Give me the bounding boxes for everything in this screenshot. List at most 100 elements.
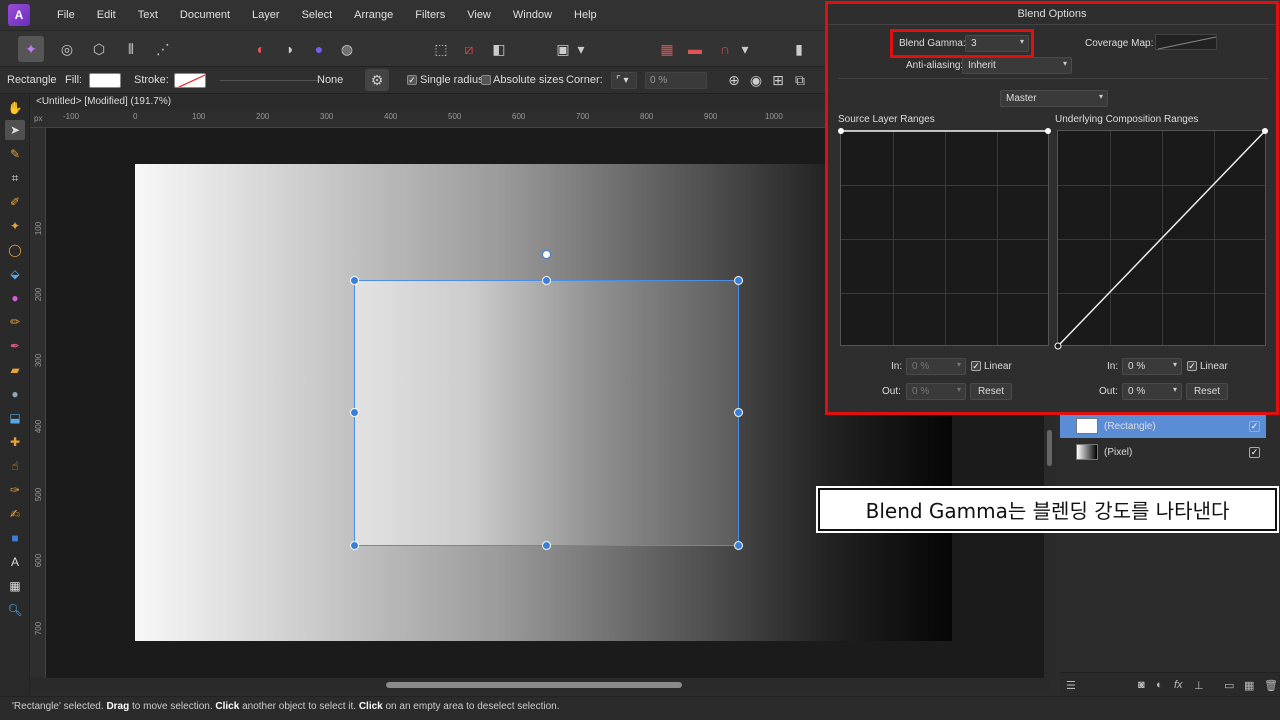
resize-handle-tl[interactable] — [350, 276, 359, 285]
view-icon[interactable]: ◉ — [746, 69, 766, 91]
node-tool-icon[interactable]: ✑ — [5, 480, 25, 500]
fill-swatch[interactable] — [89, 73, 121, 88]
source-ranges-graph[interactable] — [838, 128, 1051, 346]
snap-dropdown-icon[interactable]: ▾ — [738, 36, 752, 62]
magnet-snap-icon[interactable]: ∩ — [712, 36, 738, 62]
under-reset-button[interactable]: Reset — [1186, 383, 1228, 400]
source-reset-button[interactable]: Reset — [970, 383, 1012, 400]
menu-arrange[interactable]: Arrange — [343, 9, 404, 21]
source-in-field[interactable]: 0 % ▾ — [906, 358, 966, 375]
stroke-width-slider[interactable] — [220, 80, 320, 81]
flip-icon[interactable]: ⊞ — [768, 69, 788, 91]
resize-handle-b[interactable] — [542, 541, 551, 550]
move-tool-icon[interactable]: ➤ — [5, 120, 25, 140]
dodge-tool-icon[interactable]: ● — [5, 384, 25, 404]
layer-row-pixel[interactable]: (Pixel) ✓ — [1060, 440, 1266, 464]
anti-aliasing-dropdown[interactable]: Inherit ▾ — [962, 57, 1072, 74]
settings-gear-icon[interactable]: ⚙ — [365, 69, 389, 91]
color-tool-icon[interactable]: ● — [5, 288, 25, 308]
color-picker-icon[interactable]: ● — [306, 36, 332, 62]
text-tool-icon[interactable]: A — [5, 552, 25, 572]
coverage-map-curve[interactable] — [1155, 34, 1217, 50]
resize-handle-br[interactable] — [734, 541, 743, 550]
fx-icon[interactable]: fx — [1174, 679, 1183, 691]
grid-snap-icon[interactable]: ▦ — [654, 36, 680, 62]
grid-icon[interactable]: ▦ — [1244, 679, 1254, 692]
smudge-tool-icon[interactable]: ☝ — [5, 456, 25, 476]
resize-handle-t[interactable] — [542, 276, 551, 285]
color-wheel-icon[interactable]: ◐ — [248, 36, 274, 62]
selected-rectangle[interactable] — [350, 250, 743, 550]
source-linear-checkbox[interactable]: ✓ — [971, 361, 981, 371]
corner-type-dropdown[interactable]: ⌜ ▾ — [611, 72, 637, 89]
channel-dropdown[interactable]: Master ▾ — [1000, 90, 1108, 107]
brush-tool-icon[interactable]: ✐ — [5, 192, 25, 212]
mixer-brush-icon[interactable]: ✒ — [5, 336, 25, 356]
under-in-field[interactable]: 0 % ▾ — [1122, 358, 1182, 375]
fill-tool-icon[interactable]: ⬙ — [5, 264, 25, 284]
lasso-tool-icon[interactable]: ◯ — [5, 240, 25, 260]
mesh-tool-icon[interactable]: ▦ — [5, 576, 25, 596]
adjustment-icon[interactable]: ◐ — [1156, 679, 1163, 691]
resize-handle-tr[interactable] — [734, 276, 743, 285]
stroke-swatch[interactable] — [174, 73, 206, 88]
folder-icon[interactable]: ▭ — [1224, 679, 1234, 692]
absolute-sizes-checkbox[interactable] — [481, 75, 491, 85]
menu-view[interactable]: View — [456, 9, 502, 21]
single-radius-checkbox[interactable]: ✓ — [407, 75, 417, 85]
mask-dropdown-icon[interactable]: ▾ — [574, 36, 588, 62]
horizontal-scrollbar[interactable] — [30, 678, 1050, 692]
crop-tool-icon[interactable]: ⌗ — [5, 168, 25, 188]
eraser-tool-icon[interactable]: ▰ — [5, 360, 25, 380]
clone-tool-icon[interactable]: ⬓ — [5, 408, 25, 428]
invert-selection-icon[interactable]: ◧ — [486, 36, 512, 62]
resize-handle-bl[interactable] — [350, 541, 359, 550]
align-icon[interactable]: ⫴ — [118, 36, 144, 62]
menu-help[interactable]: Help — [563, 9, 608, 21]
snap-bar-icon[interactable]: ▬ — [682, 36, 708, 62]
layer-row-rectangle[interactable]: (Rectangle) ✓ — [1060, 414, 1266, 438]
menu-select[interactable]: Select — [291, 9, 344, 21]
gradient-icon[interactable]: ◍ — [334, 36, 360, 62]
share-icon[interactable]: ⋰ — [150, 36, 176, 62]
export-persona-icon[interactable]: ⬡ — [86, 36, 112, 62]
menu-text[interactable]: Text — [127, 9, 169, 21]
horizontal-scroll-thumb[interactable] — [386, 682, 682, 688]
underlying-ranges-graph[interactable] — [1054, 128, 1268, 350]
vector-pen-icon[interactable]: ✍ — [5, 504, 25, 524]
source-out-field[interactable]: 0 % ▾ — [906, 383, 966, 400]
mask-icon[interactable]: ▣ — [550, 36, 576, 62]
layer-visibility-checkbox[interactable]: ✓ — [1249, 446, 1260, 458]
selection-brush-icon[interactable]: ✦ — [5, 216, 25, 236]
healing-tool-icon[interactable]: ✚ — [5, 432, 25, 452]
delete-layer-icon[interactable]: 🗑︎ — [1264, 679, 1278, 692]
contrast-icon[interactable]: ◑ — [276, 36, 302, 62]
hand-tool-icon[interactable]: ✋ — [5, 98, 25, 118]
designer-persona-icon[interactable]: ✦ — [18, 36, 44, 62]
marquee-icon[interactable]: ⬚ — [428, 36, 454, 62]
pixel-persona-icon[interactable]: ◎ — [54, 36, 80, 62]
trash-icon[interactable]: ▮ — [786, 36, 812, 62]
layer-visibility-checkbox[interactable]: ✓ — [1249, 420, 1260, 432]
mask-layer-icon[interactable]: ◙ — [1138, 679, 1145, 691]
rectangle-tool-icon[interactable]: ■ — [5, 528, 25, 548]
new-layer-icon[interactable]: ⊥ — [1194, 679, 1204, 692]
corner-value-field[interactable]: 0 % — [645, 72, 707, 89]
menu-filters[interactable]: Filters — [404, 9, 456, 21]
menu-window[interactable]: Window — [502, 9, 563, 21]
under-linear-checkbox[interactable]: ✓ — [1187, 361, 1197, 371]
deselect-icon[interactable]: ⧄ — [456, 36, 482, 62]
paint-brush-icon[interactable]: ✏ — [5, 312, 25, 332]
zoom-tool-icon[interactable]: 🔍︎ — [5, 600, 25, 620]
menu-layer[interactable]: Layer — [241, 9, 291, 21]
rotate-handle[interactable] — [542, 250, 551, 259]
arrange-icon[interactable]: ⧉ — [790, 69, 810, 91]
menu-file[interactable]: File — [46, 9, 86, 21]
resize-handle-r[interactable] — [734, 408, 743, 417]
under-out-field[interactable]: 0 % ▾ — [1122, 383, 1182, 400]
layer-stack-icon[interactable]: ☰ — [1066, 679, 1076, 692]
menu-edit[interactable]: Edit — [86, 9, 127, 21]
menu-document[interactable]: Document — [169, 9, 241, 21]
transform-origin-icon[interactable]: ⊕ — [724, 69, 744, 91]
vertical-scroll-thumb[interactable] — [1047, 430, 1052, 466]
